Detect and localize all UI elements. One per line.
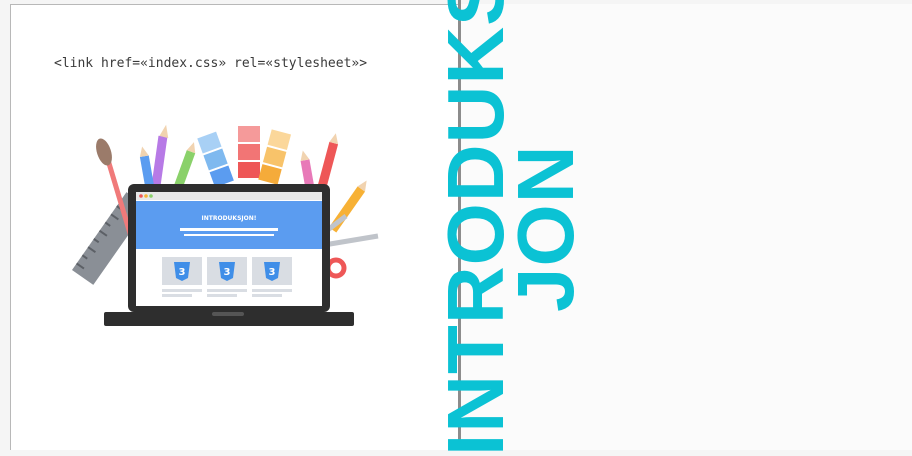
laptop-icon [104,184,354,326]
css-card-number: 3 [224,267,231,278]
css-card-number: 3 [179,267,186,278]
css-card-number: 3 [269,267,276,278]
web-design-illustration: INTRODUKSJON! 3 3 3 [72,124,379,326]
title-line-2: JON [501,144,590,313]
laptop-screen-title: INTRODUKSJON! [202,215,257,222]
color-swatch-icons [197,126,292,188]
code-snippet: <link href=«index.css» rel=«stylesheet»> [54,56,368,71]
